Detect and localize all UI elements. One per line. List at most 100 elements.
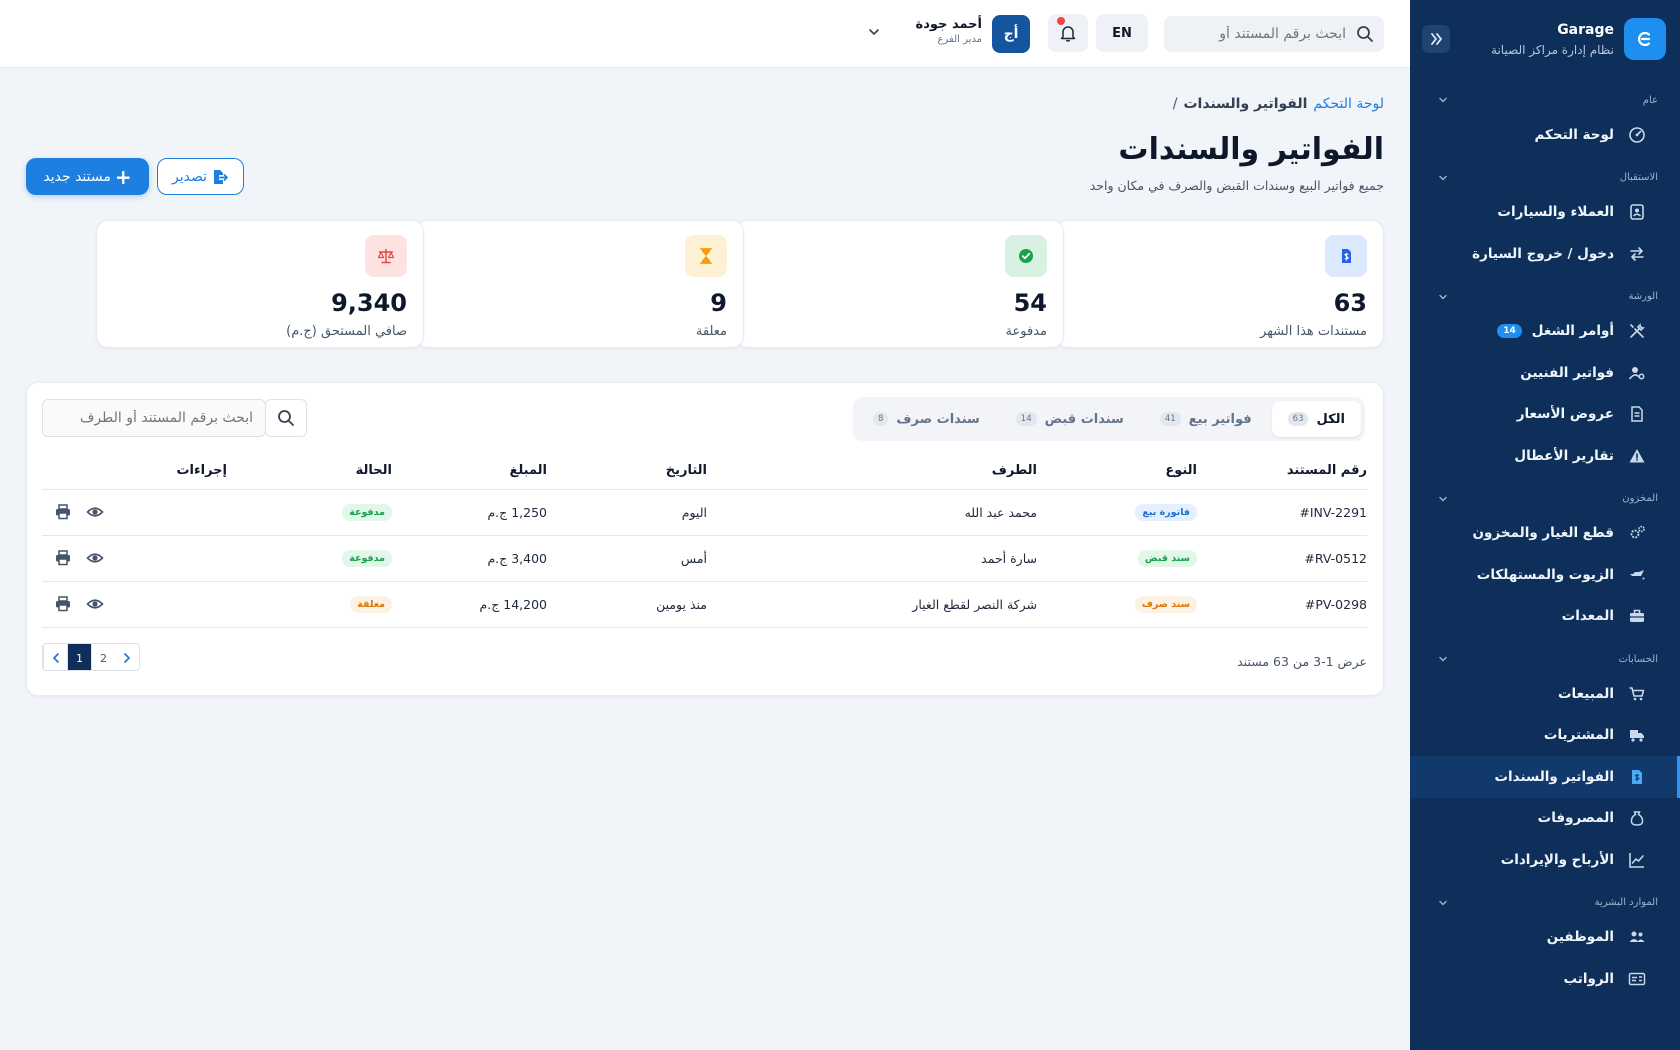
nav-section-label: عام (1642, 94, 1658, 106)
tab-document-type[interactable]: الكل 63 (1271, 401, 1361, 437)
sidebar-item-label: أوامر الشغل (1531, 323, 1614, 340)
print-icon[interactable] (54, 549, 72, 567)
pagination: 1 2 (42, 643, 140, 671)
brand-name: Garage (1557, 21, 1614, 38)
date-cell: أمس (547, 535, 707, 582)
users-icon (1628, 928, 1646, 946)
sidebar-item[interactable]: لوحة التحكم (1410, 114, 1680, 156)
oil-can-icon (1628, 566, 1646, 584)
document-number[interactable]: #RV-0512 (1197, 535, 1367, 582)
truck-icon (1628, 726, 1646, 744)
sidebar-item-label: الفواتير والسندات (1494, 768, 1614, 785)
sidebar-item-label: دخول / خروج السيارة (1472, 245, 1614, 262)
eye-icon[interactable] (86, 549, 104, 567)
double-chevron-right-icon (1431, 33, 1442, 45)
tab-count: 14 (1015, 412, 1037, 426)
brand-subtitle: نظام إدارة مراكز الصيانة (1491, 42, 1614, 57)
party-cell: محمد عبد الله (707, 489, 1037, 536)
sidebar-item[interactable]: الأرباح والإيرادات (1410, 839, 1680, 881)
sidebar-item-label: فواتير الفنيين (1520, 364, 1614, 381)
nav-section-header[interactable]: عام (1410, 86, 1680, 114)
breadcrumb-home-link[interactable]: لوحة التحكم (1313, 96, 1384, 112)
date-cell: اليوم (547, 489, 707, 536)
document-number[interactable]: #PV-0298 (1197, 581, 1367, 628)
notifications-button[interactable] (1048, 14, 1088, 52)
col-type[interactable]: النوع (1037, 453, 1197, 490)
sidebar-item[interactable]: الرواتب (1410, 958, 1680, 1000)
sidebar-item[interactable]: دخول / خروج السيارة (1410, 233, 1680, 275)
col-status[interactable]: الحالة (227, 453, 392, 490)
sidebar-item[interactable]: فواتير الفنيين (1410, 352, 1680, 394)
collapse-sidebar-button[interactable] (1422, 25, 1450, 53)
sidebar-item[interactable]: العملاء والسيارات (1410, 192, 1680, 234)
eye-icon[interactable] (86, 595, 104, 613)
col-party[interactable]: الطرف (707, 453, 1037, 490)
document-number[interactable]: #INV-2291 (1197, 489, 1367, 536)
sidebar-item[interactable]: الموظفين (1410, 917, 1680, 959)
table-search[interactable] (42, 399, 266, 437)
sidebar-item[interactable]: الزيوت والمستهلكات (1410, 554, 1680, 596)
chevron-left-icon (52, 653, 59, 663)
new-document-button[interactable]: + مستند جديد (26, 158, 149, 195)
status-cell: معلقة (227, 581, 392, 628)
notification-dot (1057, 17, 1065, 25)
tab-document-type[interactable]: سندات قبض 14 (1000, 401, 1140, 437)
scale-icon (365, 235, 407, 277)
nav-section-header[interactable]: المخزون (1410, 485, 1680, 513)
tab-document-type[interactable]: فواتير بيع 41 (1144, 401, 1268, 437)
table-row[interactable]: #PV-0298 سند صرف شركة النصر لقطع الغيار … (42, 581, 1367, 628)
nav-section-header[interactable]: الاستقبال (1410, 164, 1680, 192)
nav-section-header[interactable]: الحسابات (1410, 645, 1680, 673)
table-search-button[interactable] (265, 399, 307, 437)
col-date[interactable]: التاريخ (547, 453, 707, 490)
stat-label: مستندات هذا الشهر (1260, 324, 1367, 339)
toolbox-icon (1628, 607, 1646, 625)
table-search-input[interactable] (55, 410, 253, 426)
breadcrumb-separator: / (1172, 96, 1178, 112)
breadcrumb-current: الفواتير والسندات (1183, 96, 1308, 112)
sidebar-item[interactable]: الفواتير والسندات (1410, 756, 1680, 798)
eye-icon[interactable] (86, 503, 104, 521)
sidebar-item[interactable]: تقارير الأعطال (1410, 435, 1680, 477)
search-icon[interactable] (1356, 25, 1374, 43)
chevron-right-icon (124, 653, 131, 663)
invoice-icon (1628, 768, 1646, 786)
prev-page-button[interactable] (115, 644, 139, 670)
print-icon[interactable] (54, 595, 72, 613)
page-2-button[interactable]: 2 (91, 644, 115, 670)
col-amount[interactable]: المبلغ (392, 453, 547, 490)
print-icon[interactable] (54, 503, 72, 521)
col-number[interactable]: رقم المستند (1197, 453, 1367, 490)
global-search-input[interactable] (1174, 26, 1346, 42)
avatar[interactable]: أج (992, 15, 1030, 53)
sidebar-item[interactable]: المبيعات (1410, 673, 1680, 715)
type-cell: فاتورة بيع (1037, 489, 1197, 536)
sidebar-item[interactable]: المعدات (1410, 596, 1680, 638)
tab-count: 8 (872, 412, 889, 426)
chevron-down-icon[interactable] (868, 26, 880, 38)
dashboard-icon (1628, 126, 1646, 144)
brand-logo[interactable] (1624, 18, 1666, 60)
sidebar-item[interactable]: عروض الأسعار (1410, 394, 1680, 436)
pagination-summary: عرض 1-3 من 63 مستند (1237, 654, 1367, 669)
nav-section-header[interactable]: الورشة (1410, 283, 1680, 311)
sidebar-item[interactable]: أوامر الشغل 14 (1410, 311, 1680, 353)
nav-section-header[interactable]: الموارد البشرية (1410, 889, 1680, 917)
next-page-button[interactable] (43, 644, 67, 670)
user-info[interactable]: أحمد جودة مدير الفرع (916, 17, 982, 45)
global-search[interactable] (1164, 16, 1384, 52)
table-row[interactable]: #RV-0512 سند قبض سارة أحمد أمس 3,400 ج.م… (42, 535, 1367, 582)
sidebar-item[interactable]: المصروفات (1410, 798, 1680, 840)
sidebar-item[interactable]: المشتريات (1410, 715, 1680, 757)
sidebar-item-label: لوحة التحكم (1534, 126, 1614, 143)
language-toggle-button[interactable]: EN (1096, 14, 1148, 52)
table-row[interactable]: #INV-2291 فاتورة بيع محمد عبد الله اليوم… (42, 489, 1367, 536)
sidebar-item-label: الزيوت والمستهلكات (1476, 566, 1614, 583)
status-badge: مدفوعة (342, 504, 392, 521)
page-1-button[interactable]: 1 (67, 644, 91, 670)
sidebar-item[interactable]: قطع الغيار والمخزون (1410, 513, 1680, 555)
tab-document-type[interactable]: سندات صرف 8 (857, 401, 996, 437)
id-card-icon (1628, 970, 1646, 988)
chevron-down-icon (1438, 898, 1448, 908)
export-button[interactable]: تصدير (157, 158, 244, 195)
